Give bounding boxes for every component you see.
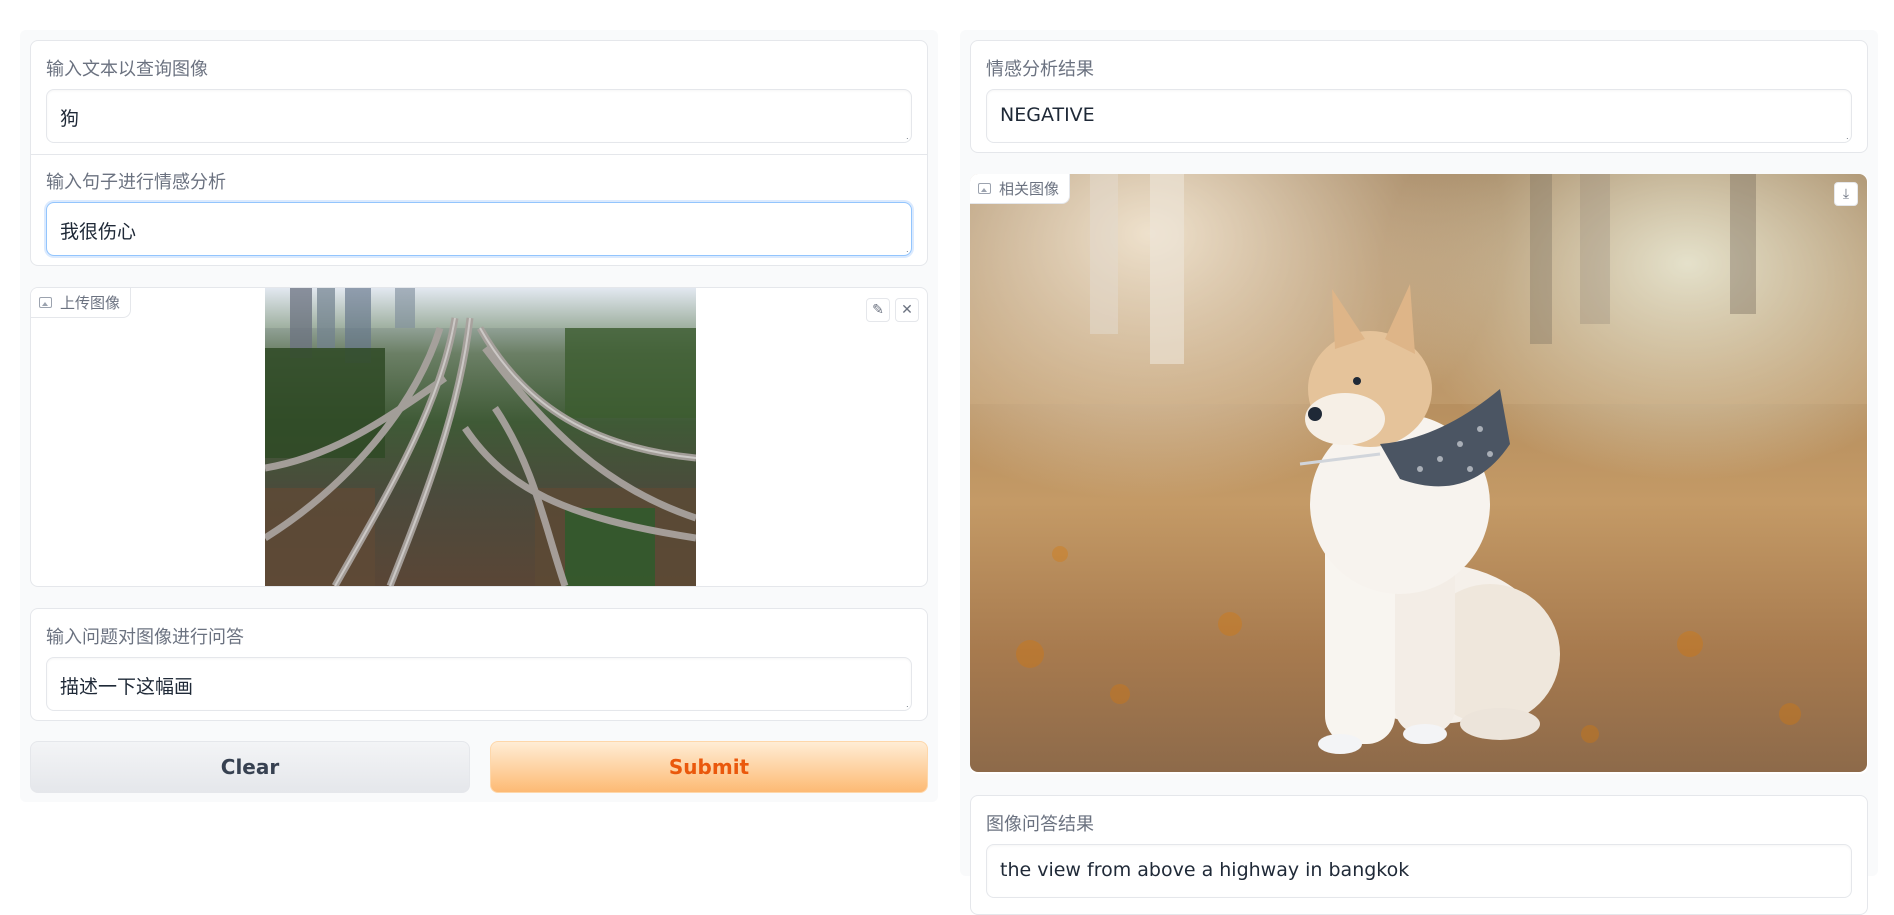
image-icon bbox=[978, 183, 991, 194]
submit-button[interactable]: Submit bbox=[490, 741, 928, 793]
vqa-output-panel: 图像问答结果 the view from above a highway in … bbox=[970, 795, 1868, 915]
resize-handle-icon[interactable] bbox=[897, 241, 908, 252]
pencil-icon: ✎ bbox=[872, 302, 884, 318]
query-text-input[interactable]: 狗 bbox=[46, 89, 912, 143]
dog-illustration bbox=[970, 174, 1867, 754]
sentiment-output-value: NEGATIVE bbox=[1000, 104, 1095, 126]
highway-illustration bbox=[265, 288, 696, 586]
related-dog-image bbox=[970, 174, 1867, 772]
download-icon: ⤓ bbox=[1842, 186, 1850, 202]
resize-handle-icon[interactable] bbox=[897, 128, 908, 139]
clear-image-button[interactable]: ✕ bbox=[895, 298, 919, 322]
uploaded-highway-image bbox=[265, 288, 696, 586]
sentiment-input[interactable]: 我很伤心 bbox=[46, 202, 912, 256]
text-inputs-panel: 输入文本以查询图像 狗 输入句子进行情感分析 我很伤心 bbox=[30, 40, 928, 266]
related-image-tag: 相关图像 bbox=[970, 174, 1071, 204]
input-column: 输入文本以查询图像 狗 输入句子进行情感分析 我很伤心 上传图像 ✎ ✕ 输入问… bbox=[20, 30, 938, 802]
vqa-input-label: 输入问题对图像进行问答 bbox=[46, 627, 244, 648]
output-column: 情感分析结果 NEGATIVE 相关图像 ⤓ 图像问答结果 the view f… bbox=[960, 30, 1878, 915]
download-image-button[interactable]: ⤓ bbox=[1834, 182, 1858, 206]
panel-divider bbox=[31, 154, 927, 155]
sentiment-output-label: 情感分析结果 bbox=[986, 59, 1094, 80]
vqa-question-value: 描述一下这幅画 bbox=[60, 676, 194, 698]
query-text-value: 狗 bbox=[60, 108, 80, 130]
vqa-output-value: the view from above a highway in bangkok bbox=[1000, 859, 1410, 881]
edit-image-button[interactable]: ✎ bbox=[866, 298, 890, 322]
sentiment-input-value: 我很伤心 bbox=[60, 221, 137, 243]
upload-image-tag: 上传图像 bbox=[31, 288, 132, 318]
resize-handle-icon[interactable] bbox=[897, 696, 908, 707]
vqa-input-panel: 输入问题对图像进行问答 描述一下这幅画 bbox=[30, 608, 928, 721]
sentiment-output-box[interactable]: NEGATIVE bbox=[986, 89, 1852, 143]
related-image-panel: 相关图像 ⤓ bbox=[970, 174, 1868, 774]
close-icon: ✕ bbox=[901, 302, 913, 318]
vqa-output-box[interactable]: the view from above a highway in bangkok bbox=[986, 844, 1852, 898]
query-text-label: 输入文本以查询图像 bbox=[46, 59, 208, 80]
image-icon bbox=[39, 297, 52, 308]
upload-image-label: 上传图像 bbox=[60, 294, 121, 312]
related-image-label: 相关图像 bbox=[999, 180, 1060, 198]
sentiment-output-panel: 情感分析结果 NEGATIVE bbox=[970, 40, 1868, 153]
sentiment-input-label: 输入句子进行情感分析 bbox=[46, 172, 226, 193]
vqa-question-input[interactable]: 描述一下这幅画 bbox=[46, 657, 912, 711]
clear-button[interactable]: Clear bbox=[30, 741, 470, 793]
resize-handle-icon[interactable] bbox=[1837, 128, 1848, 139]
vqa-output-label: 图像问答结果 bbox=[986, 814, 1094, 835]
upload-image-panel[interactable]: 上传图像 ✎ ✕ bbox=[30, 287, 928, 587]
